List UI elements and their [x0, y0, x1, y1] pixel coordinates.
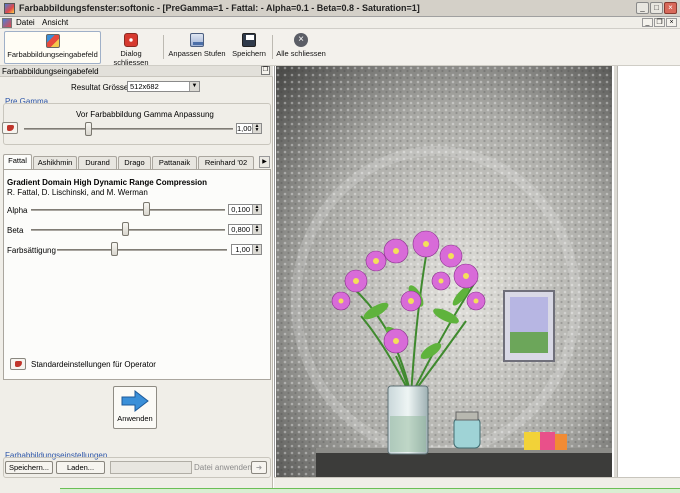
saturation-value: 1,00 [235, 245, 250, 254]
beta-spinbox[interactable]: 0,800 ▲ ▼ [228, 224, 262, 235]
result-size-select[interactable]: 512x682 ▼ [127, 81, 200, 92]
window-title: Farbabbildungsfenster:softonic - [PreGam… [19, 3, 420, 13]
hdr-photo-image [276, 66, 612, 477]
beta-slider-thumb[interactable] [122, 222, 130, 236]
minimize-button[interactable]: _ [636, 2, 649, 14]
pregamma-spinbox[interactable]: 1,000 ▲ ▼ [236, 123, 262, 134]
alpha-spinbox[interactable]: 0,100 ▲ ▼ [228, 204, 262, 215]
levels-icon [190, 33, 204, 47]
toolbar-dialog-schliessen-button[interactable]: Dialog schliessen [103, 31, 159, 67]
menu-datei[interactable]: Datei [16, 18, 35, 27]
mdi-minimize-button[interactable]: _ [642, 18, 653, 27]
defaults-label: Standardeinstellungen für Operator [31, 360, 156, 369]
pregamma-caption: Vor Farbabbildung Gamma Anpassung [76, 110, 214, 119]
toolbar-label: Anpassen Stufen [168, 49, 226, 58]
mdi-restore-button[interactable]: ❐ [654, 18, 665, 27]
menu-bar: Datei Ansicht _ ❐ × [0, 17, 680, 29]
settings-load-button[interactable]: Laden... [56, 461, 105, 474]
alpha-slider-thumb[interactable] [143, 202, 151, 216]
alpha-value: 0,100 [231, 205, 250, 214]
tab-pattanaik[interactable]: Pattanaik [152, 156, 197, 169]
defaults-reset-button[interactable] [10, 358, 26, 370]
fattal-tab-page [3, 169, 271, 380]
beta-label: Beta [7, 226, 24, 235]
saturation-slider-thumb[interactable] [110, 242, 118, 256]
tab-reinhard-02[interactable]: Reinhard '02 [198, 156, 254, 169]
palette-icon [45, 34, 60, 48]
panel-title: Farbabbildungseingabefeld [2, 67, 99, 76]
toolbar-speichern-button[interactable]: Speichern [230, 31, 268, 64]
tab-drago[interactable]: Drago [118, 156, 151, 169]
tab-scroll-right-button[interactable]: ▶ [259, 156, 270, 168]
toolbar-alle-schliessen-button[interactable]: × Alle schliessen [276, 31, 326, 64]
pregamma-reset-button[interactable] [2, 122, 18, 134]
floppy-disk-icon [242, 33, 256, 47]
saturation-label: Farbsättigung [7, 246, 56, 255]
toolbar-farbabbildungseingabefeld-button[interactable]: Farbabbildungseingabefeld [4, 31, 101, 64]
toolbar-separator [272, 35, 273, 59]
spin-arrows-icon[interactable]: ▲ ▼ [252, 225, 261, 234]
right-blank-area [617, 66, 680, 477]
menu-ansicht[interactable]: Ansicht [42, 18, 68, 27]
pregamma-slider-track[interactable] [24, 128, 233, 130]
tab-durand[interactable]: Durand [78, 156, 117, 169]
toolbar-label: Speichern [232, 49, 266, 58]
chevron-down-icon: ▼ [189, 82, 199, 91]
apply-file-button[interactable]: ➜ [251, 461, 267, 474]
toolbar-separator [163, 35, 164, 59]
maximize-button[interactable]: □ [650, 2, 663, 14]
alpha-slider-track[interactable] [31, 209, 225, 211]
apply-file-label: Datei anwenden [194, 463, 252, 472]
arrow-right-icon [121, 389, 149, 413]
spin-arrows-icon[interactable]: ▲ ▼ [252, 245, 261, 254]
tab-ashikhmin[interactable]: Ashikhmin [33, 156, 77, 169]
beta-value: 0,800 [231, 225, 250, 234]
saturation-slider-track[interactable] [57, 249, 227, 251]
title-bar: Farbabbildungsfenster:softonic - [PreGam… [0, 0, 680, 17]
settings-save-button[interactable]: Speichern... [5, 461, 53, 474]
tab-fattal[interactable]: Fattal [3, 154, 32, 169]
app-icon [4, 3, 15, 14]
spin-arrows-icon[interactable]: ▲ ▼ [252, 205, 261, 214]
toolbar-anpassen-stufen-button[interactable]: Anpassen Stufen [168, 31, 226, 64]
result-size-value: 512x682 [130, 82, 159, 91]
apply-button[interactable]: Anwenden [113, 386, 157, 429]
operator-authors: R. Fattal, D. Lischinski, and M. Werman [7, 188, 148, 197]
status-progress-strip [60, 488, 680, 493]
mdi-close-button[interactable]: × [666, 18, 677, 27]
spin-arrows-icon[interactable]: ▲ ▼ [252, 124, 261, 133]
saturation-spinbox[interactable]: 1,00 ▲ ▼ [231, 244, 262, 255]
settings-file-input[interactable] [110, 461, 192, 474]
toolbar: Farbabbildungseingabefeld Dialog schlies… [0, 29, 680, 67]
panel-float-button[interactable]: ❐ [261, 66, 270, 75]
close-button[interactable]: × [664, 2, 677, 14]
panel-header: Farbabbildungseingabefeld ❐ [0, 66, 273, 77]
apply-label: Anwenden [117, 414, 153, 423]
power-icon [124, 33, 138, 47]
toolbar-label: Alle schliessen [276, 49, 326, 58]
close-circle-icon: × [294, 33, 308, 47]
alpha-label: Alpha [7, 206, 28, 215]
document-icon [2, 18, 12, 28]
toolbar-label: Farbabbildungseingabefeld [7, 50, 98, 59]
toolbar-label: Dialog schliessen [113, 49, 149, 67]
pregamma-slider-thumb[interactable] [84, 122, 92, 136]
result-size-label: Resultat Grösse: [71, 83, 131, 92]
operator-heading: Gradient Domain High Dynamic Range Compr… [7, 178, 208, 187]
